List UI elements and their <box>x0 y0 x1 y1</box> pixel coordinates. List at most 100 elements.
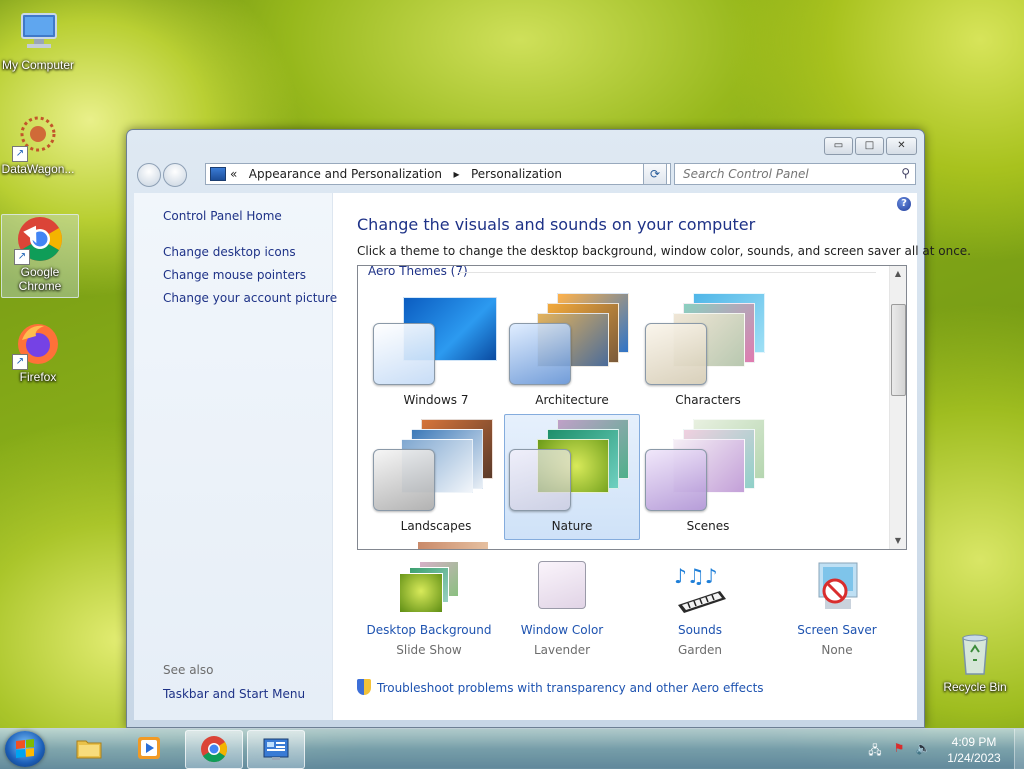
scroll-thumb[interactable] <box>891 304 906 396</box>
theme-color-swatch <box>373 449 435 511</box>
volume-icon[interactable]: 🔈 <box>915 741 931 757</box>
folder-icon <box>76 740 102 759</box>
taskbar-chrome[interactable] <box>185 730 243 769</box>
theme-label: Scenes <box>686 519 730 533</box>
search-icon[interactable]: ⚲ <box>901 166 910 180</box>
page-description: Click a theme to change the desktop back… <box>357 244 971 258</box>
search-box[interactable]: ⚲ <box>674 163 916 185</box>
window-color-setting[interactable]: Window Color Lavender <box>497 561 627 657</box>
theme-characters[interactable]: Characters <box>640 288 776 414</box>
computer-icon <box>14 8 62 56</box>
breadcrumb: « Appearance and Personalization ▸ Perso… <box>230 164 562 184</box>
taskbar-explorer[interactable] <box>61 730 117 767</box>
theme-color-swatch <box>645 323 707 385</box>
screen-saver-label[interactable]: Screen Saver <box>772 623 902 637</box>
theme-windows-7[interactable]: Windows 7 <box>368 288 504 414</box>
theme-label: Nature <box>551 519 593 533</box>
screen-saver-value: None <box>821 643 853 657</box>
uac-shield-icon <box>357 679 371 695</box>
taskbar-control-panel[interactable] <box>247 730 305 769</box>
clock-time: 4:09 PM <box>951 735 997 749</box>
window-color-icon <box>530 561 594 617</box>
desktop-icon-my-computer[interactable]: My Computer <box>0 8 76 72</box>
theme-color-swatch <box>509 449 571 511</box>
desktop-icon-google-chrome[interactable]: ↗ Google Chrome <box>1 214 79 298</box>
link-change-desktop-icons[interactable]: Change desktop icons <box>163 245 296 259</box>
desktop-icon-label: Firefox <box>19 370 57 384</box>
desktop-icon-firefox[interactable]: ↗ Firefox <box>0 320 76 384</box>
taskbar-media-player[interactable] <box>121 730 177 767</box>
window-color-value: Lavender <box>533 643 591 657</box>
close-button[interactable]: ✕ <box>886 137 917 155</box>
personalization-window: ▭ □ ✕ « Appearance and Personalization ▸… <box>126 129 971 728</box>
theme-list-scrollbar[interactable]: ▲ ▼ <box>889 266 906 549</box>
windows-logo-icon <box>16 739 34 758</box>
theme-color-swatch <box>373 323 435 385</box>
desktop-background-label[interactable]: Desktop Background <box>364 623 494 637</box>
network-icon[interactable]: 🖧 <box>867 741 883 757</box>
clock-date: 1/24/2023 <box>947 751 1001 765</box>
theme-architecture[interactable]: Architecture <box>504 288 640 414</box>
breadcrumb-separator[interactable]: ▸ <box>454 167 460 181</box>
shortcut-arrow-icon: ↗ <box>12 354 28 370</box>
link-control-panel-home[interactable]: Control Panel Home <box>163 209 282 223</box>
troubleshoot-link[interactable]: Troubleshoot problems with transparency … <box>357 679 764 695</box>
sounds-setting[interactable]: ♪♫♪ Sounds Garden <box>635 561 765 657</box>
link-change-mouse-pointers[interactable]: Change mouse pointers <box>163 268 306 282</box>
shortcut-arrow-icon: ↗ <box>14 249 30 265</box>
sounds-icon: ♪♫♪ <box>668 561 732 617</box>
troubleshoot-label[interactable]: Troubleshoot problems with transparency … <box>377 681 764 695</box>
theme-list: Aero Themes (7) Windows 7 Architecture C… <box>357 265 907 550</box>
breadcrumb-appearance[interactable]: Appearance and Personalization <box>249 167 442 181</box>
scroll-down-arrow-icon[interactable]: ▼ <box>890 533 906 549</box>
refresh-button[interactable]: ⟳ <box>643 163 667 185</box>
window-content: Control Panel Home Change desktop icons … <box>134 193 971 720</box>
start-button[interactable] <box>5 731 45 767</box>
theme-landscapes[interactable]: Landscapes <box>368 414 504 540</box>
navigation-bar: « Appearance and Personalization ▸ Perso… <box>135 162 916 188</box>
desktop-background-setting[interactable]: Desktop Background Slide Show <box>364 561 494 657</box>
desktop-background-icon <box>397 561 461 617</box>
back-button[interactable] <box>137 163 161 187</box>
shortcut-arrow-icon: ↗ <box>12 146 28 162</box>
maximize-button[interactable]: □ <box>855 137 884 155</box>
media-player-icon <box>138 737 160 759</box>
group-divider <box>458 272 876 273</box>
theme-label: Landscapes <box>400 519 472 533</box>
help-icon[interactable]: ? <box>897 197 911 211</box>
desktop-icon-datawagon[interactable]: ↗ DataWagon... <box>0 112 76 176</box>
link-taskbar-start-menu[interactable]: Taskbar and Start Menu <box>163 687 305 701</box>
theme-label: Windows 7 <box>403 393 469 407</box>
svg-text:♪♫♪: ♪♫♪ <box>674 564 717 588</box>
window-color-label[interactable]: Window Color <box>497 623 627 637</box>
link-change-account-picture[interactable]: Change your account picture <box>163 291 337 305</box>
minimize-button[interactable]: ▭ <box>824 137 853 155</box>
scroll-up-arrow-icon[interactable]: ▲ <box>890 266 906 282</box>
taskbar: 🖧 ⚑ 🔈 4:09 PM 1/24/2023 <box>0 728 1024 769</box>
desktop-background-value: Slide Show <box>396 643 462 657</box>
search-input[interactable] <box>681 164 885 184</box>
breadcrumb-overflow[interactable]: « <box>230 167 237 181</box>
breadcrumb-personalization[interactable]: Personalization <box>471 167 562 181</box>
desktop-icon-recycle-bin[interactable]: Recycle Bin <box>937 630 1013 694</box>
see-also-heading: See also <box>163 663 214 677</box>
desktop-icon-label: Google Chrome <box>18 265 62 293</box>
theme-nature[interactable]: Nature <box>504 414 640 540</box>
system-clock[interactable]: 4:09 PM 1/24/2023 <box>947 734 1001 766</box>
screen-saver-setting[interactable]: Screen Saver None <box>772 561 902 657</box>
sounds-label[interactable]: Sounds <box>635 623 765 637</box>
action-center-icon[interactable]: ⚑ <box>891 741 907 757</box>
theme-scenes[interactable]: Scenes <box>640 414 776 540</box>
forward-button[interactable] <box>163 163 187 187</box>
theme-color-swatch <box>645 449 707 511</box>
desktop-icon-label: Recycle Bin <box>943 680 1007 694</box>
theme-group-header: Aero Themes (7) <box>368 265 468 278</box>
theme-color-swatch <box>509 323 571 385</box>
show-desktop-button[interactable] <box>1014 729 1024 769</box>
address-bar[interactable]: « Appearance and Personalization ▸ Perso… <box>205 163 671 185</box>
theme-label: Architecture <box>535 393 609 407</box>
desktop-icon-label: My Computer <box>1 58 75 72</box>
datawagon-icon: ↗ <box>12 112 62 162</box>
firefox-icon: ↗ <box>12 320 62 370</box>
control-panel-icon <box>210 167 226 181</box>
